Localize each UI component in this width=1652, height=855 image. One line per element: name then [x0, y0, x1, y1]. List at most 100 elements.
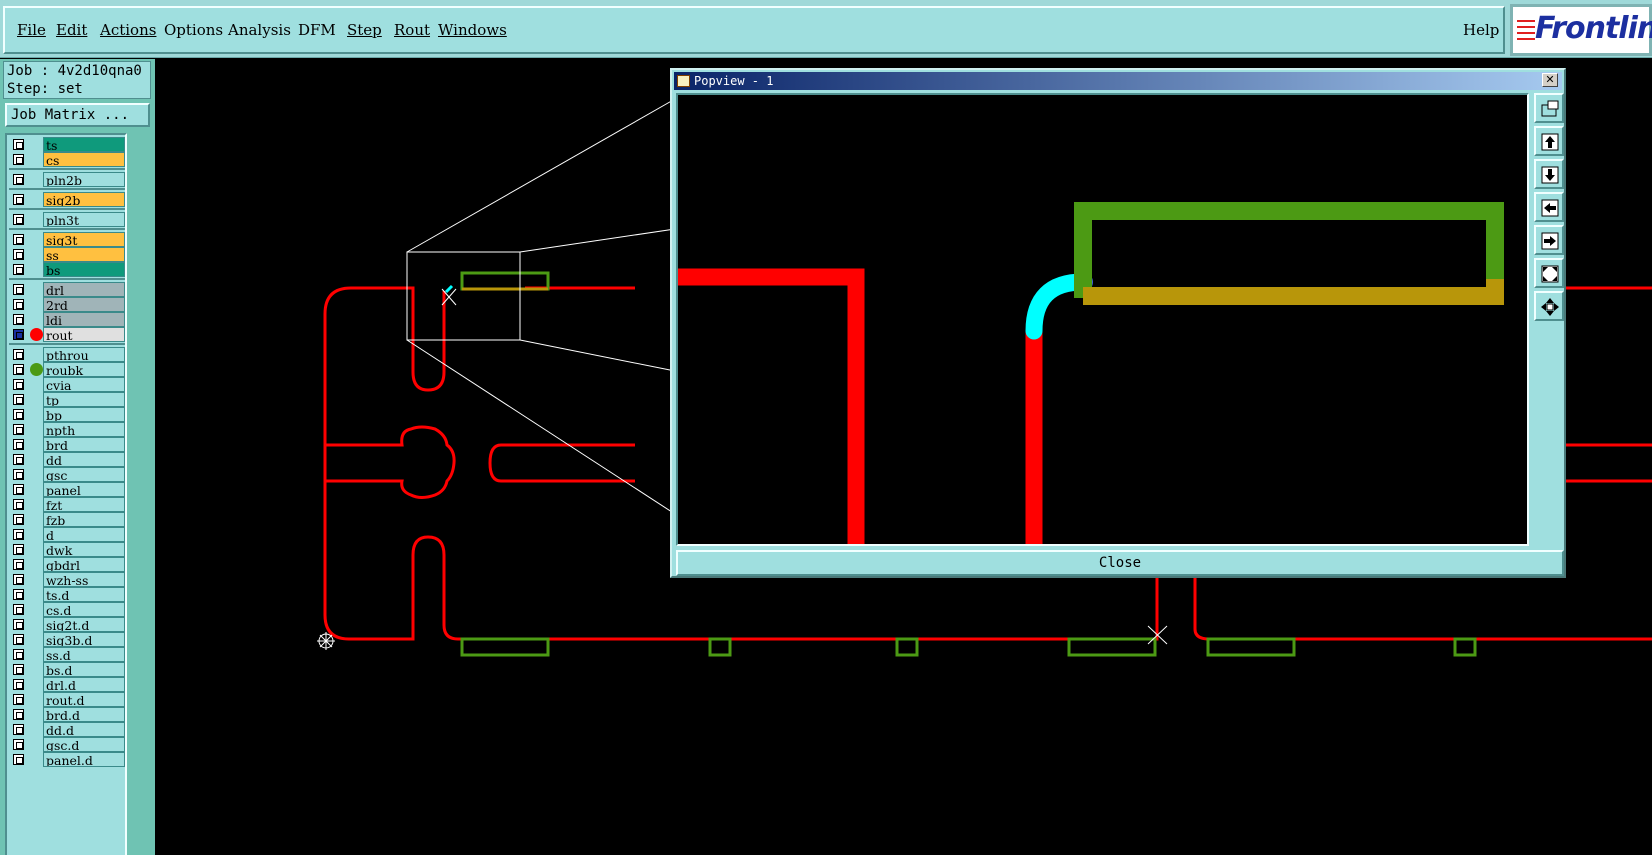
layer-checkbox[interactable] [13, 529, 24, 540]
layer-row-ss.d[interactable]: ss.d [9, 647, 125, 662]
layer-name[interactable]: panel.d [43, 752, 125, 767]
layer-name[interactable]: sig2b [43, 192, 125, 207]
layer-row-drl[interactable]: drl [9, 282, 125, 297]
layer-name[interactable]: cs.d [43, 602, 125, 617]
layer-name[interactable]: rout [43, 327, 125, 342]
menu-file[interactable]: File [17, 21, 46, 39]
menu-step[interactable]: Step [347, 21, 382, 39]
layer-checkbox[interactable] [13, 634, 24, 645]
layer-name[interactable]: cs [43, 152, 125, 167]
layer-row-ss[interactable]: ss [9, 247, 125, 262]
layer-row-bs.d[interactable]: bs.d [9, 662, 125, 677]
menu-actions[interactable]: Actions [100, 21, 156, 39]
layer-row-sig2t.d[interactable]: sig2t.d [9, 617, 125, 632]
layer-checkbox[interactable] [13, 154, 24, 165]
layer-row-rout[interactable]: rout [9, 327, 125, 342]
layer-row-sig3b.d[interactable]: sig3b.d [9, 632, 125, 647]
close-icon[interactable]: ✕ [1542, 73, 1558, 87]
popview-zoomed-view[interactable] [676, 93, 1529, 546]
layer-name[interactable]: pln3t [43, 212, 125, 227]
layer-checkbox[interactable] [13, 514, 24, 525]
layer-checkbox[interactable] [13, 394, 24, 405]
layer-checkbox[interactable] [13, 484, 24, 495]
layer-name[interactable]: ts [43, 137, 125, 152]
layer-name[interactable]: ldi [43, 312, 125, 327]
layer-checkbox[interactable] [13, 709, 24, 720]
layer-checkbox[interactable] [13, 439, 24, 450]
layer-name[interactable]: ss.d [43, 647, 125, 662]
layer-name[interactable]: sig3b.d [43, 632, 125, 647]
layer-row-fzt[interactable]: fzt [9, 497, 125, 512]
layer-checkbox[interactable] [13, 249, 24, 260]
layer-checkbox[interactable] [13, 349, 24, 360]
layer-name[interactable]: bs.d [43, 662, 125, 677]
layer-name[interactable]: gsc [43, 467, 125, 482]
layer-name[interactable]: ss [43, 247, 125, 262]
menu-help[interactable]: Help [1463, 21, 1499, 39]
layer-row-bp[interactable]: bp [9, 407, 125, 422]
layer-name[interactable]: brd [43, 437, 125, 452]
layer-checkbox[interactable] [13, 754, 24, 765]
layer-name[interactable]: npth [43, 422, 125, 437]
layer-name[interactable]: bp [43, 407, 125, 422]
layer-checkbox[interactable] [13, 604, 24, 615]
job-matrix-button[interactable]: Job Matrix ... [5, 103, 150, 127]
layer-row-gsc[interactable]: gsc [9, 467, 125, 482]
layer-name[interactable]: gbdrl [43, 557, 125, 572]
popview-titlebar[interactable]: Popview - 1 [674, 72, 1562, 90]
layer-row-drl.d[interactable]: drl.d [9, 677, 125, 692]
layer-row-pln2b[interactable]: pln2b [9, 172, 125, 187]
layer-checkbox[interactable] [13, 139, 24, 150]
layer-name[interactable]: ts.d [43, 587, 125, 602]
pan-left-button[interactable] [1534, 192, 1564, 222]
layer-checkbox[interactable] [13, 364, 24, 375]
layer-name[interactable]: bs [43, 262, 125, 277]
pan-up-button[interactable] [1534, 126, 1564, 156]
layer-row-brd.d[interactable]: brd.d [9, 707, 125, 722]
layer-name[interactable]: drl.d [43, 677, 125, 692]
layer-name[interactable]: dwk [43, 542, 125, 557]
layer-checkbox[interactable] [13, 454, 24, 465]
layer-name[interactable]: dd.d [43, 722, 125, 737]
layer-checkbox[interactable] [13, 694, 24, 705]
layer-name[interactable]: pln2b [43, 172, 125, 187]
layer-row-ldi[interactable]: ldi [9, 312, 125, 327]
layer-row-ts[interactable]: ts [9, 137, 125, 152]
layer-checkbox[interactable] [13, 424, 24, 435]
layer-row-panel[interactable]: panel [9, 482, 125, 497]
menu-analysis[interactable]: Analysis [228, 21, 291, 39]
layer-row-bs[interactable]: bs [9, 262, 125, 277]
layer-checkbox[interactable] [13, 214, 24, 225]
layer-name[interactable]: dd [43, 452, 125, 467]
layer-checkbox[interactable] [13, 619, 24, 630]
layer-row-cs[interactable]: cs [9, 152, 125, 167]
layer-name[interactable]: cvia [43, 377, 125, 392]
layer-name[interactable]: wzh-ss [43, 572, 125, 587]
layer-name[interactable]: d [43, 527, 125, 542]
layer-checkbox[interactable] [13, 679, 24, 690]
layer-name[interactable]: roubk [43, 362, 125, 377]
layer-name[interactable]: rout.d [43, 692, 125, 707]
layer-checkbox[interactable] [13, 379, 24, 390]
popview-close-button[interactable]: Close [676, 550, 1564, 576]
layer-row-sig3t[interactable]: sig3t [9, 232, 125, 247]
layer-row-gbdrl[interactable]: gbdrl [9, 557, 125, 572]
layer-row-dd.d[interactable]: dd.d [9, 722, 125, 737]
menu-dfm[interactable]: DFM [298, 21, 336, 39]
layer-checkbox[interactable] [13, 234, 24, 245]
layer-name[interactable]: sig2t.d [43, 617, 125, 632]
layer-checkbox[interactable] [13, 664, 24, 675]
layer-row-d[interactable]: d [9, 527, 125, 542]
menu-rout[interactable]: Rout [394, 21, 430, 39]
layer-name[interactable]: gsc.d [43, 737, 125, 752]
layer-row-npth[interactable]: npth [9, 422, 125, 437]
zoom-window-button[interactable] [1534, 93, 1564, 123]
menu-windows[interactable]: Windows [438, 21, 507, 39]
layer-checkbox[interactable] [13, 739, 24, 750]
layer-checkbox[interactable] [13, 409, 24, 420]
pan-down-button[interactable] [1534, 159, 1564, 189]
layer-checkbox[interactable] [13, 559, 24, 570]
layer-checkbox[interactable] [13, 724, 24, 735]
zoom-fit-button[interactable] [1534, 258, 1564, 288]
layer-checkbox[interactable] [13, 284, 24, 295]
